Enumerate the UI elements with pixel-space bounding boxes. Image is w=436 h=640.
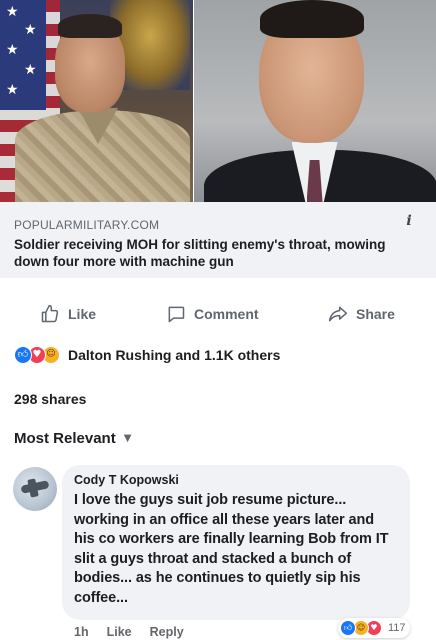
- flag-star-icon: ★: [6, 4, 19, 20]
- comment-label: Comment: [194, 306, 259, 322]
- comment-reactions[interactable]: 👍︎ ☺ ♥ 117: [338, 618, 410, 638]
- link-source: POPULARMILITARY.COM: [14, 218, 160, 232]
- comment-bubble: Cody T Kopowski I love the guys suit job…: [62, 465, 410, 620]
- link-preview-images[interactable]: ★ ★ ★ ★ ★: [0, 0, 436, 202]
- link-preview-caption[interactable]: POPULARMILITARY.COM Soldier receiving MO…: [0, 202, 436, 278]
- comment-bubble-icon: [168, 306, 185, 323]
- chevron-down-icon: ▼: [123, 433, 132, 444]
- like-button[interactable]: Like: [40, 304, 96, 324]
- flag-star-icon: ★: [6, 42, 19, 58]
- airplane-wing: [27, 478, 39, 498]
- share-label: Share: [356, 306, 395, 322]
- info-icon[interactable]: i: [400, 212, 418, 230]
- comment-reaction-count: 117: [388, 622, 406, 634]
- share-button[interactable]: Share: [328, 304, 395, 324]
- flag-star-icon: ★: [6, 82, 19, 98]
- like-reaction-icon: 👍︎: [14, 346, 32, 364]
- reactions-summary[interactable]: 👍︎ ♥ ☺ Dalton Rushing and 1.1K others: [14, 345, 280, 365]
- avatar[interactable]: [13, 467, 57, 511]
- soldier-hair: [58, 14, 122, 38]
- soldier-uniform-photo[interactable]: ★ ★ ★ ★ ★: [0, 0, 193, 202]
- flag-star-icon: ★: [24, 62, 37, 78]
- comment-like-link[interactable]: Like: [107, 625, 132, 639]
- like-reaction-icon: 👍︎: [340, 620, 356, 636]
- link-headline[interactable]: Soldier receiving MOH for slitting enemy…: [14, 236, 422, 270]
- reactions-text[interactable]: Dalton Rushing and 1.1K others: [68, 347, 280, 363]
- like-label: Like: [68, 306, 97, 322]
- comment-timestamp[interactable]: 1h: [74, 625, 89, 639]
- sort-label: Most Relevant: [14, 430, 116, 447]
- flag-star-icon: ★: [24, 22, 37, 38]
- thumbs-up-icon: [41, 304, 59, 323]
- reaction-icons: 👍︎ ♥ ☺: [14, 346, 70, 364]
- man-hair: [259, 0, 364, 38]
- comment-reaction-icons: 👍︎ ☺ ♥: [340, 620, 386, 636]
- share-arrow-icon: [328, 306, 348, 322]
- comment-text: I love the guys suit job resume picture.…: [74, 492, 389, 606]
- comment-sort-dropdown[interactable]: Most Relevant ▼: [14, 430, 131, 447]
- comment-button[interactable]: Comment: [166, 304, 259, 324]
- comment-reply-link[interactable]: Reply: [150, 625, 184, 639]
- man-in-suit-photo[interactable]: [193, 0, 436, 202]
- comment-author[interactable]: Cody T Kopowski: [74, 473, 398, 487]
- comment-meta: 1h Like Reply: [74, 625, 184, 639]
- flag-canton: ★ ★ ★ ★ ★: [0, 0, 46, 110]
- shares-count[interactable]: 298 shares: [14, 391, 86, 407]
- post-actions-bar: Like Comment Share: [0, 296, 436, 332]
